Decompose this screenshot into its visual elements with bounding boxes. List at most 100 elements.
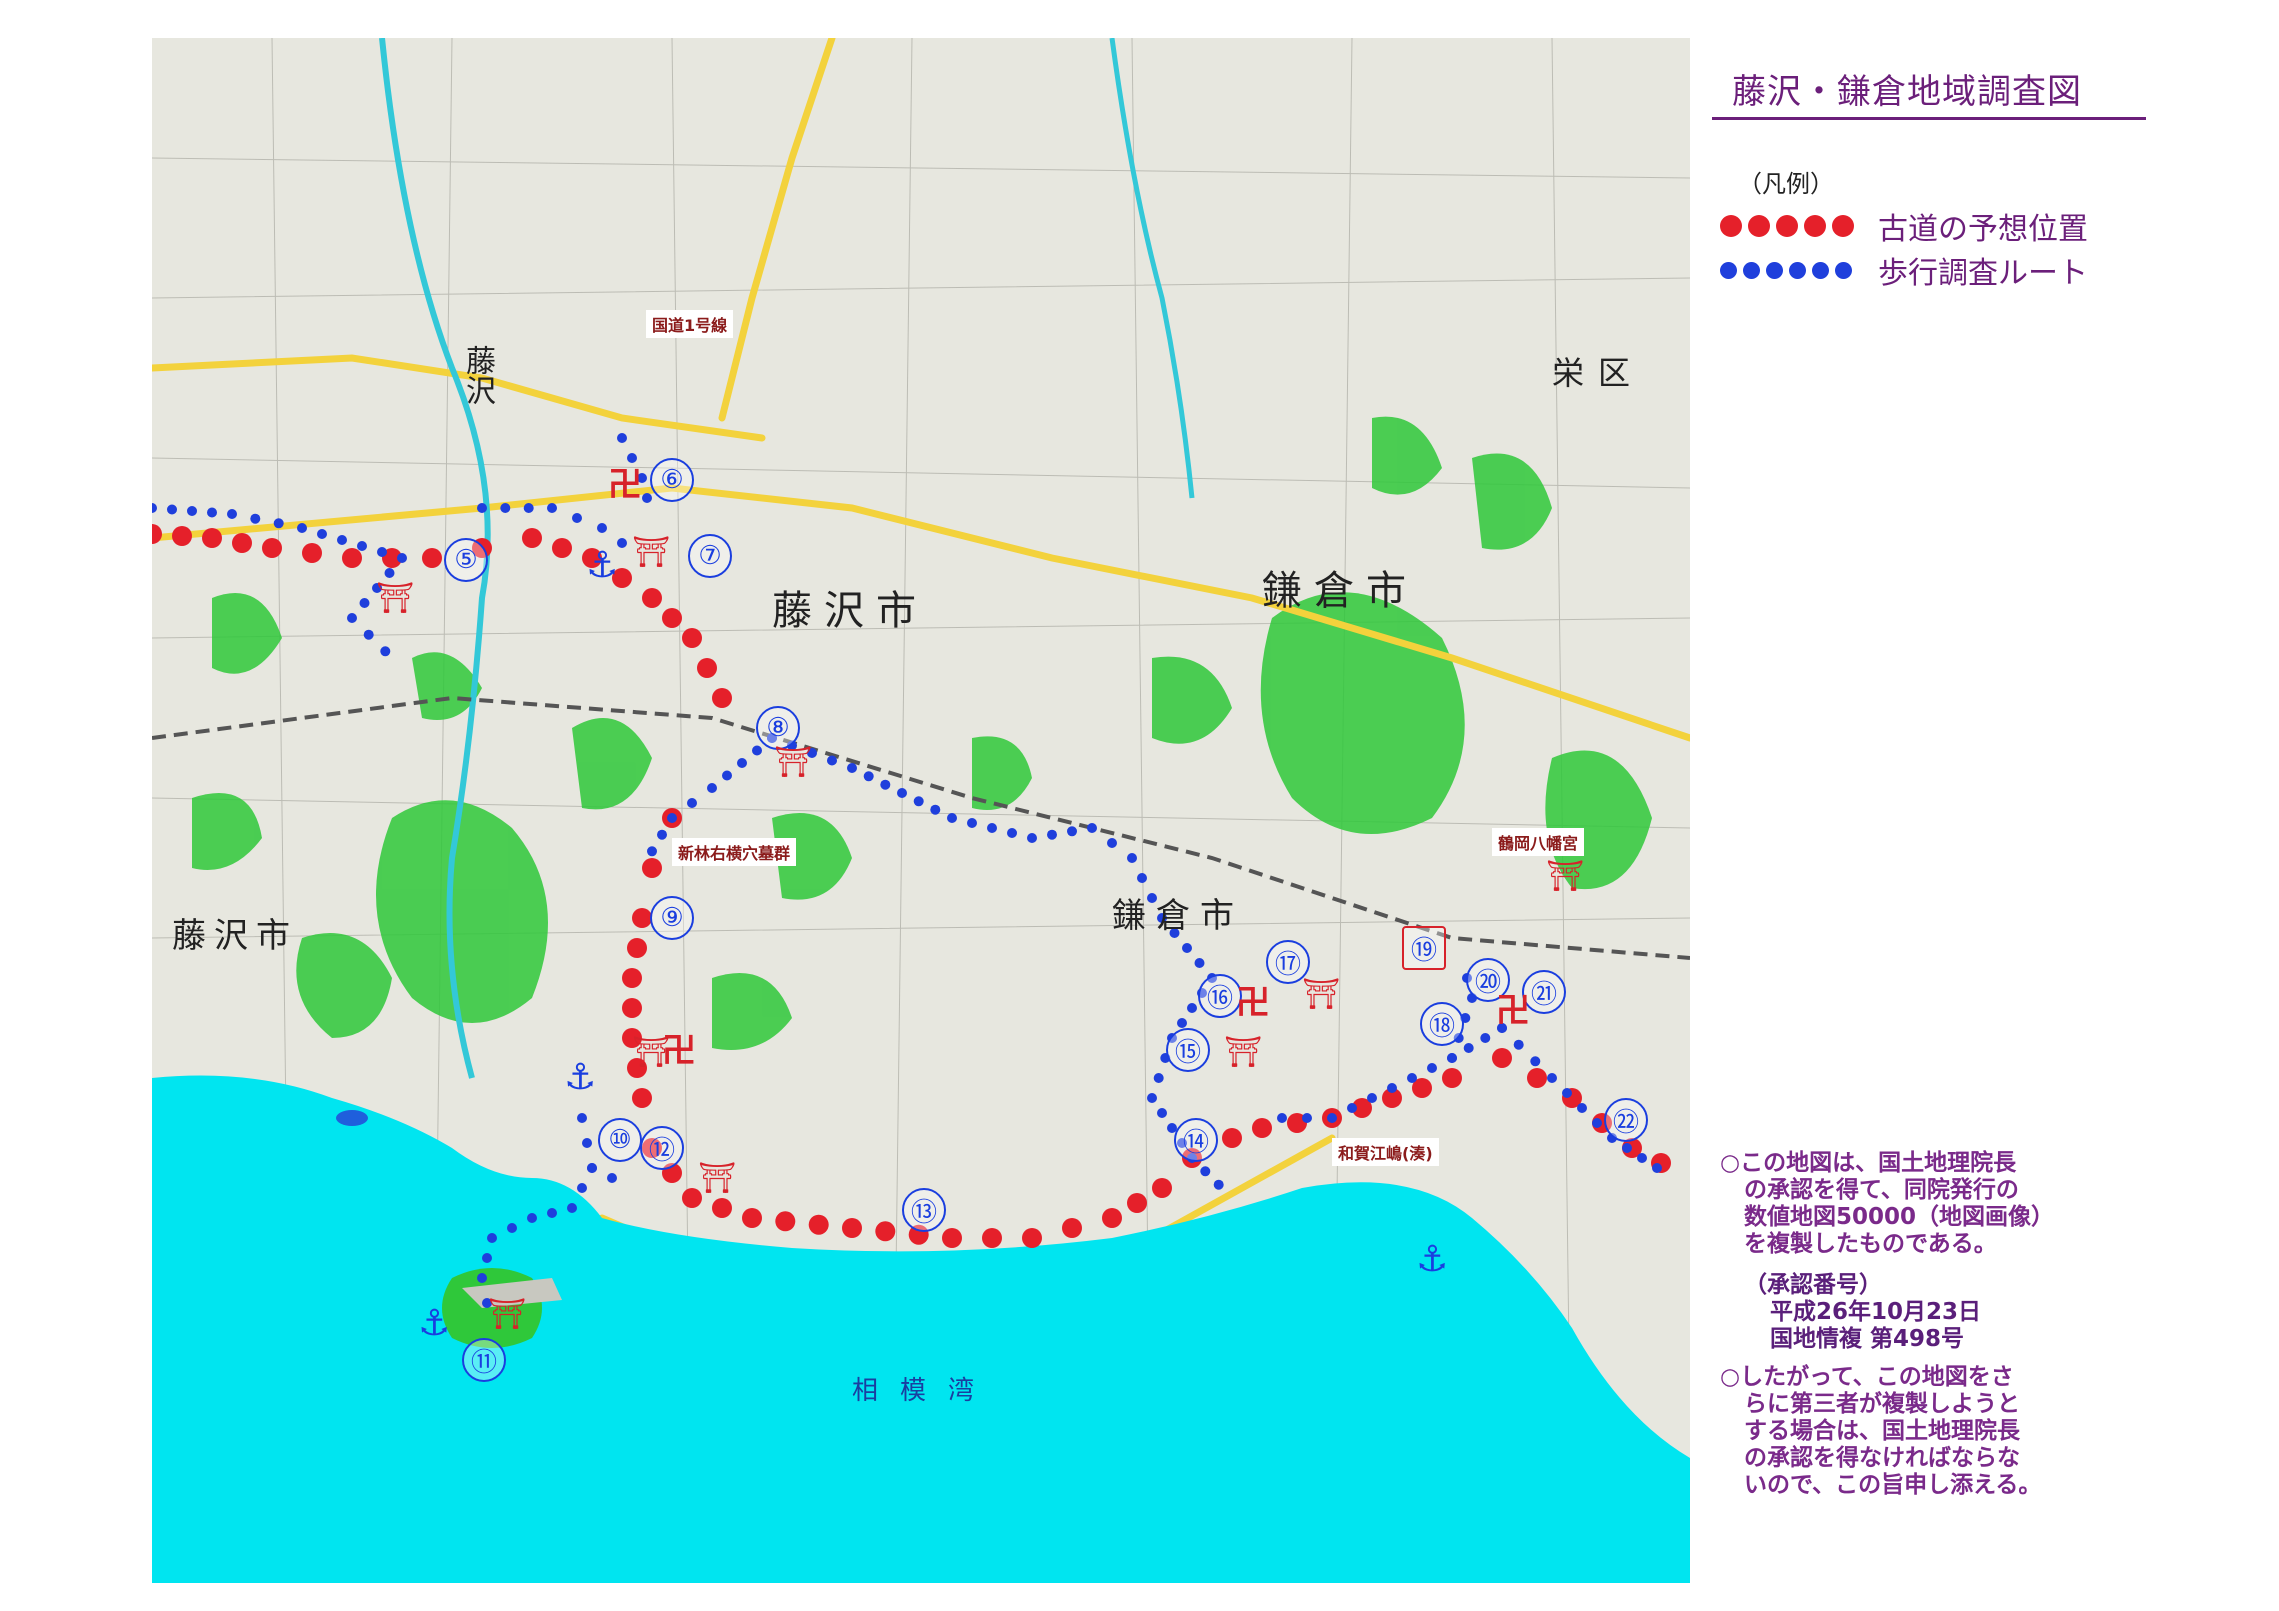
survey-dot <box>1127 853 1137 863</box>
survey-dot <box>337 535 347 545</box>
approval-heading: （承認番号） <box>1744 1272 1882 1298</box>
marker-22[interactable]: ㉒ <box>1604 1098 1648 1142</box>
survey-dot <box>380 646 391 657</box>
note-line: を複製したものである。 <box>1744 1231 1997 1257</box>
survey-dot <box>577 1183 587 1193</box>
survey-dot <box>863 771 874 782</box>
legend-dot <box>1743 261 1760 279</box>
survey-dot <box>687 798 697 808</box>
survey-dot <box>363 629 374 640</box>
shrine-icon: ⛩ <box>774 745 813 780</box>
legend-dot <box>1789 261 1806 279</box>
legend-survey-route-label: 歩行調査ルート <box>1878 256 2088 291</box>
marker-7[interactable]: ⑦ <box>688 534 732 578</box>
survey-dot <box>482 1253 492 1263</box>
old-road-dot <box>342 548 362 568</box>
map-title: 藤沢・鎌倉地域調査図 <box>1712 64 2146 120</box>
marker-18[interactable]: ⑱ <box>1420 1002 1464 1046</box>
marker-11[interactable]: ⑪ <box>462 1338 506 1382</box>
survey-dot <box>707 783 717 793</box>
marker-6[interactable]: ⑥ <box>650 458 694 502</box>
survey-dot <box>1513 1039 1524 1050</box>
marker-10[interactable]: ⑩ <box>598 1118 642 1162</box>
legend-dot <box>1812 261 1829 279</box>
marker-13[interactable]: ⑬ <box>902 1188 946 1232</box>
anchor-icon: ⚓ <box>1416 1239 1449 1280</box>
legend-dot <box>1748 215 1770 237</box>
marker-15[interactable]: ⑮ <box>1166 1028 1210 1072</box>
survey-dot <box>250 513 261 524</box>
topographic-map: 藤沢 藤沢市 鎌倉市 藤沢市 鎌倉市 栄区 相模湾 国道1号線 新林右横穴墓群 … <box>152 38 1690 1583</box>
shrine-icon: ⛩ <box>1302 977 1341 1012</box>
old-road-dot <box>172 526 192 546</box>
old-road-dot <box>742 1208 762 1228</box>
note-line: の承認を得なければならな <box>1744 1445 2020 1471</box>
survey-dot <box>1547 1073 1557 1083</box>
survey-dot <box>1067 826 1077 837</box>
marker-14[interactable]: ⑭ <box>1174 1118 1218 1162</box>
survey-dot <box>1194 958 1205 968</box>
marker-19[interactable]: ⑲ <box>1402 926 1446 970</box>
old-road-dot <box>422 548 442 568</box>
marker-8[interactable]: ⑧ <box>756 706 800 750</box>
old-road-dot <box>875 1221 896 1242</box>
map-canvas <box>152 38 1690 1583</box>
legend-old-road-label: 古道の予想位置 <box>1878 212 2088 247</box>
shrine-icon: ⛩ <box>698 1161 737 1196</box>
shrine-icon: ⛩ <box>1546 859 1585 894</box>
old-road-dot <box>302 543 322 563</box>
old-road-dot <box>552 538 572 558</box>
label-wagaejima-port: 和賀江嶋(湊) <box>1332 1138 1439 1166</box>
shrine-icon: ⛩ <box>632 1035 671 1070</box>
survey-dot <box>547 1208 557 1218</box>
legend-survey-route: 歩行調査ルート <box>1720 252 2088 291</box>
pond <box>336 1110 368 1126</box>
survey-dot <box>667 813 677 823</box>
survey-dot <box>1592 1118 1602 1128</box>
label-tsurugaoka-hachimangu: 鶴岡八幡宮 <box>1492 828 1585 856</box>
survey-dot <box>897 788 907 798</box>
survey-dot <box>477 503 487 513</box>
survey-dot <box>1277 1113 1287 1123</box>
note-line: いので、この旨申し添える。 <box>1744 1472 2042 1498</box>
survey-dot <box>1652 1163 1662 1173</box>
place-kamakura-city-south: 鎌倉市 <box>1112 896 1244 936</box>
old-road-dot <box>982 1228 1002 1248</box>
survey-dot <box>577 1113 587 1123</box>
old-road-dot <box>842 1218 862 1238</box>
survey-dot <box>1367 1093 1377 1103</box>
old-road-dot <box>642 858 662 878</box>
old-road-dot <box>697 658 717 678</box>
survey-dot <box>1387 1083 1397 1093</box>
old-road-dot <box>632 908 652 928</box>
survey-dot <box>317 529 327 539</box>
survey-dot <box>1007 828 1017 838</box>
marker-5[interactable]: ⑤ <box>444 538 488 582</box>
survey-dot <box>377 547 387 557</box>
old-road-dot <box>642 588 662 608</box>
survey-dot <box>617 433 627 443</box>
old-road-dot <box>1152 1178 1172 1198</box>
survey-dot <box>913 796 924 807</box>
note-line: ○この地図は、国土地理院長 <box>1720 1150 2017 1176</box>
old-road-dot <box>1252 1118 1272 1138</box>
survey-dot <box>722 770 732 781</box>
survey-dot <box>547 503 557 513</box>
survey-dot <box>1157 1108 1167 1118</box>
old-road-dot <box>712 1198 732 1218</box>
survey-dot <box>527 1213 537 1223</box>
survey-dot <box>357 541 367 551</box>
sagami-bay-label: 相模湾 <box>852 1376 997 1406</box>
old-road-dot <box>942 1228 962 1248</box>
legend-dot <box>1804 215 1826 237</box>
survey-dot <box>582 1138 592 1148</box>
marker-12[interactable]: ⑫ <box>640 1126 684 1170</box>
old-road-dot <box>627 938 647 958</box>
survey-dot <box>1327 1113 1337 1123</box>
survey-dot <box>1137 873 1147 883</box>
marker-9[interactable]: ⑨ <box>650 896 694 940</box>
survey-dot <box>347 613 357 623</box>
survey-dot <box>1182 943 1192 953</box>
old-road-dot <box>1062 1218 1082 1238</box>
old-road-dot <box>632 1088 652 1108</box>
